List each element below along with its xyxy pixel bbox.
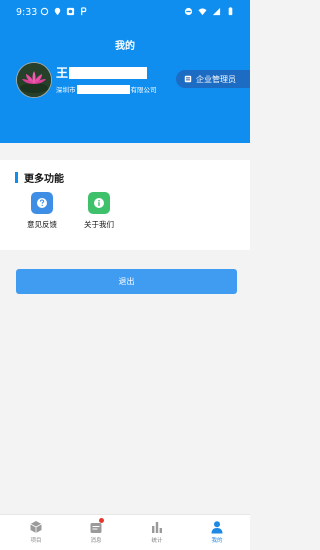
user-name-row: 王: [56, 66, 148, 80]
status-system-icons: [184, 7, 235, 16]
bar-chart-icon: [152, 522, 162, 533]
cube-icon: [30, 521, 42, 533]
wifi-icon: [198, 8, 207, 16]
status-bar: 9:33: [0, 0, 250, 24]
screen: 9:33 我的 王 深圳市 有限公司 企业管理员 更多功能 意见反馈 关于我们 …: [0, 0, 250, 550]
feature-about[interactable]: 关于我们: [77, 192, 121, 230]
tab-projects-label: 项目: [30, 538, 42, 544]
status-time: 9:33: [16, 7, 38, 18]
logout-button[interactable]: 退出: [16, 269, 237, 294]
notification-icon: [40, 7, 49, 16]
page-title: 我的: [115, 41, 135, 52]
person-icon: [211, 521, 223, 534]
role-badge[interactable]: 企业管理员: [176, 70, 250, 88]
feature-feedback-label: 意见反馈: [27, 220, 57, 229]
feedback-icon: [31, 192, 53, 214]
feature-feedback[interactable]: 意见反馈: [20, 192, 64, 230]
feature-about-label: 关于我们: [84, 220, 114, 229]
unread-dot: [99, 518, 104, 523]
tab-mine[interactable]: 我的: [197, 520, 237, 544]
more-features-label: 更多功能: [24, 174, 64, 185]
user-name: 王: [56, 66, 69, 80]
id-card-icon: [184, 75, 192, 83]
tab-statistics-label: 统计: [151, 538, 163, 544]
location-icon: [54, 7, 61, 16]
role-badge-label: 企业管理员: [196, 74, 236, 84]
more-features-title: 更多功能: [15, 170, 64, 185]
info-icon: [88, 192, 110, 214]
tab-messages[interactable]: 消息: [76, 518, 116, 544]
info-glyph-icon: [94, 198, 104, 208]
lotus-avatar-image: [17, 63, 51, 97]
profile-header: 9:33 我的 王 深圳市 有限公司 企业管理员: [0, 0, 250, 143]
battery-icon: [228, 7, 233, 16]
tab-mine-label: 我的: [211, 538, 223, 544]
parking-icon: [81, 7, 87, 16]
redacted-name: [69, 67, 148, 79]
company-name-row: 深圳市 有限公司: [56, 84, 157, 94]
minus-circle-icon: [184, 7, 193, 16]
avatar[interactable]: [16, 62, 52, 98]
question-mark-icon: [37, 198, 47, 208]
tab-statistics[interactable]: 统计: [137, 520, 177, 544]
section-accent-bar: [15, 172, 18, 183]
company-suffix: 有限公司: [130, 86, 157, 94]
message-icon-wrap: [89, 518, 104, 534]
signal-icon: [212, 7, 221, 16]
redacted-company: [76, 84, 130, 94]
message-icon: [90, 523, 102, 533]
company-prefix: 深圳市: [56, 86, 76, 94]
bottom-tab-bar: 项目 消息 统计 我的: [0, 514, 250, 550]
eye-icon: [66, 7, 75, 16]
content-area: 更多功能 意见反馈 关于我们 退出: [0, 143, 250, 520]
tab-projects[interactable]: 项目: [16, 520, 56, 544]
status-notification-icons: [40, 7, 88, 16]
tab-messages-label: 消息: [90, 538, 102, 544]
